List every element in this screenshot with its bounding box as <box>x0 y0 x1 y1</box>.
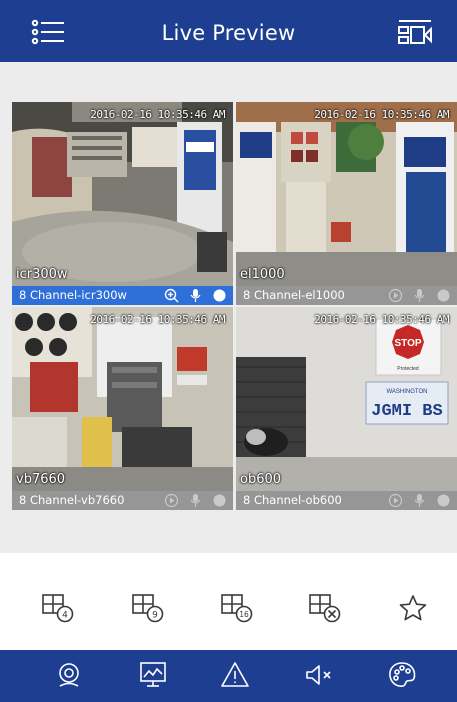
stop-sign-text: STOP <box>394 338 421 349</box>
nav-audio-button[interactable] <box>299 662 339 692</box>
nav-monitor-button[interactable] <box>133 662 173 692</box>
monitor-chart-icon <box>138 660 168 694</box>
tile-controls <box>388 288 451 303</box>
zoom-icon[interactable] <box>164 288 179 303</box>
grid-9-icon: 9 <box>131 593 165 627</box>
video-tile[interactable]: 2016-02-16 10:35:46 AM el1000 8 Channel-… <box>236 102 457 305</box>
timestamp-overlay: 2016-02-16 10:35:46 AM <box>90 313 225 326</box>
grid-16-icon: 16 <box>220 593 254 627</box>
video-feed: STOP Protected WASHINGTON JGMI BS 2016-0… <box>236 307 457 491</box>
camera-name-overlay: vb7660 <box>16 472 66 487</box>
nav-alarm-button[interactable] <box>215 662 255 692</box>
video-tile[interactable]: 2016-02-16 10:35:46 AM icr300w 8 Channel… <box>12 102 233 305</box>
stop-sign-subtext: Protected <box>397 366 419 372</box>
video-tile[interactable]: STOP Protected WASHINGTON JGMI BS 2016-0… <box>236 307 457 510</box>
license-plate-state: WASHINGTON <box>386 389 427 395</box>
microphone-icon[interactable] <box>188 493 203 508</box>
microphone-icon[interactable] <box>412 493 427 508</box>
timestamp-overlay: 2016-02-16 10:35:46 AM <box>90 108 225 121</box>
layout-toolbar: 4 9 16 <box>0 553 457 650</box>
tile-controls <box>164 493 227 508</box>
video-tile[interactable]: 2016-02-16 10:35:46 AM vb7660 8 Channel-… <box>12 307 233 510</box>
microphone-icon[interactable] <box>188 288 203 303</box>
camera-name-overlay: ob600 <box>240 472 282 487</box>
tile-caption-label: 8 Channel-el1000 <box>243 288 345 302</box>
play-icon[interactable] <box>388 493 403 508</box>
star-icon <box>398 594 428 626</box>
warning-icon <box>220 660 250 694</box>
grid-16-label: 16 <box>239 610 249 619</box>
video-feed: 2016-02-16 10:35:46 AM el1000 <box>236 102 457 286</box>
tile-caption-label: 8 Channel-icr300w <box>19 288 127 302</box>
playback-layout-icon <box>398 18 432 50</box>
timestamp-overlay: 2016-02-16 10:35:46 AM <box>314 108 449 121</box>
tile-caption: 8 Channel-icr300w <box>12 286 233 305</box>
tile-caption-label: 8 Channel-ob600 <box>243 493 342 507</box>
split-4-button[interactable]: 4 <box>38 593 78 627</box>
play-icon[interactable] <box>164 493 179 508</box>
palette-icon <box>387 660 417 694</box>
video-feed: 2016-02-16 10:35:46 AM vb7660 <box>12 307 233 491</box>
camera-name-overlay: icr300w <box>16 267 68 282</box>
layout-switch-button[interactable] <box>395 16 435 52</box>
license-plate-number: JGMI BS <box>371 402 442 421</box>
tile-caption: 8 Channel-ob600 <box>236 491 457 510</box>
grid-4-label: 4 <box>62 611 68 621</box>
header-bar: Live Preview <box>0 0 457 63</box>
page-title: Live Preview <box>161 21 296 45</box>
camera-eye-icon <box>54 660 84 694</box>
record-icon[interactable] <box>212 288 227 303</box>
record-icon[interactable] <box>436 288 451 303</box>
play-icon[interactable] <box>388 288 403 303</box>
camera-name-overlay: el1000 <box>240 267 285 282</box>
tile-caption: 8 Channel-vb7660 <box>12 491 233 510</box>
nav-theme-button[interactable] <box>382 662 422 692</box>
video-feed: 2016-02-16 10:35:46 AM icr300w <box>12 102 233 286</box>
tile-caption: 8 Channel-el1000 <box>236 286 457 305</box>
bottom-nav <box>0 650 457 702</box>
favorites-button[interactable] <box>393 593 433 627</box>
grid-4-icon: 4 <box>41 593 75 627</box>
grid-close-icon <box>308 593 342 627</box>
tile-caption-label: 8 Channel-vb7660 <box>19 493 125 507</box>
split-16-button[interactable]: 16 <box>217 593 257 627</box>
tile-controls <box>164 288 227 303</box>
grid-9-label: 9 <box>152 611 158 621</box>
tile-controls <box>388 493 451 508</box>
close-all-button[interactable] <box>305 593 345 627</box>
microphone-icon[interactable] <box>412 288 427 303</box>
speaker-mute-icon <box>304 660 334 694</box>
timestamp-overlay: 2016-02-16 10:35:46 AM <box>314 313 449 326</box>
split-9-button[interactable]: 9 <box>128 593 168 627</box>
video-grid: 2016-02-16 10:35:46 AM icr300w 8 Channel… <box>12 102 457 510</box>
record-icon[interactable] <box>436 493 451 508</box>
record-icon[interactable] <box>212 493 227 508</box>
nav-preview-button[interactable] <box>49 662 89 692</box>
